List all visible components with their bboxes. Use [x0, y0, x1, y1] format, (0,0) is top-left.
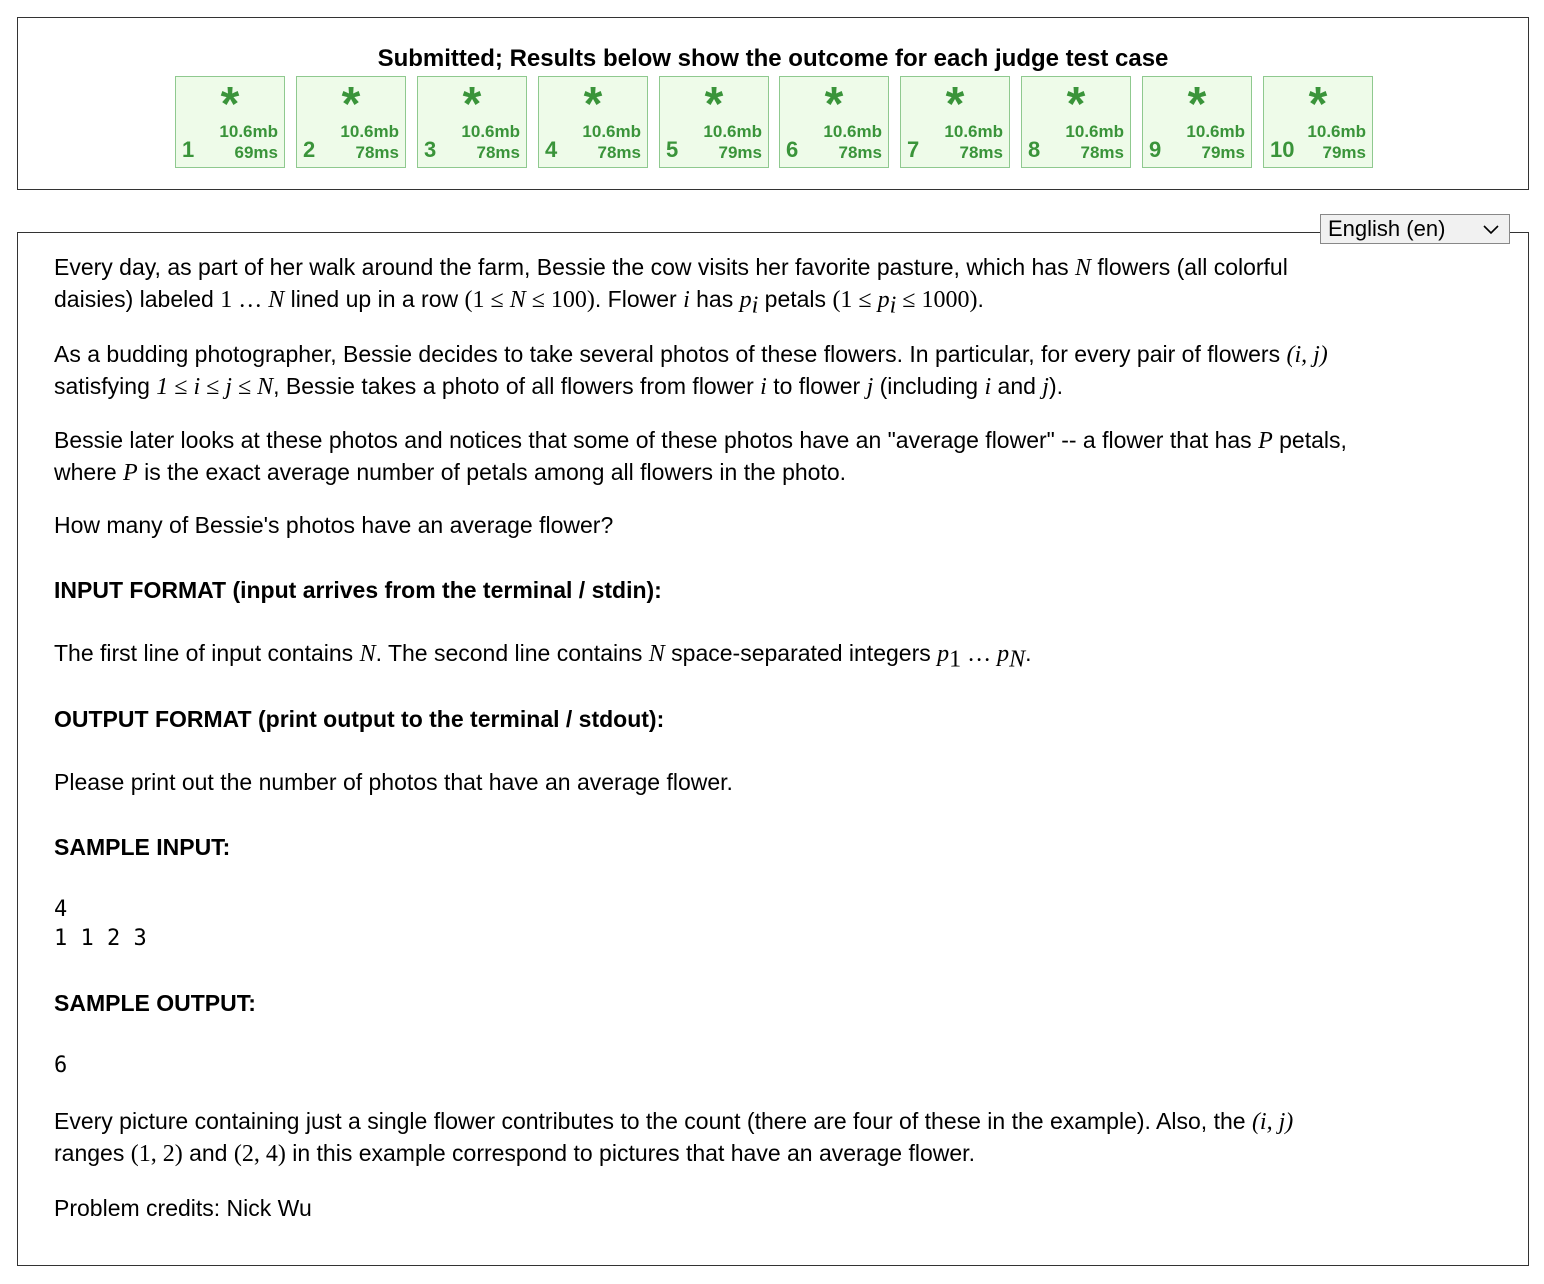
- test-case-number: 2: [303, 137, 316, 162]
- test-case-number: 5: [666, 137, 679, 162]
- test-case[interactable]: * 2 10.6mb 78ms: [296, 76, 406, 168]
- test-case[interactable]: * 8 10.6mb 78ms: [1021, 76, 1131, 168]
- test-case-number: 1: [182, 137, 195, 162]
- test-case-time: 78ms: [355, 143, 399, 162]
- test-case[interactable]: * 7 10.6mb 78ms: [900, 76, 1010, 168]
- test-case-time: 78ms: [959, 143, 1003, 162]
- test-case-memory: 10.6mb: [944, 122, 1003, 141]
- sample-input-block: 4 1 1 2 3: [54, 897, 147, 951]
- test-case-number: 9: [1149, 137, 1162, 162]
- test-case[interactable]: * 4 10.6mb 78ms: [538, 76, 648, 168]
- test-case-memory: 10.6mb: [219, 122, 278, 141]
- test-case-number: 3: [424, 137, 437, 162]
- test-case-time: 79ms: [1201, 143, 1245, 162]
- sample-output-block: 6: [54, 1053, 68, 1078]
- test-case[interactable]: * 1 10.6mb 69ms: [175, 76, 285, 168]
- test-case-number: 6: [786, 137, 799, 162]
- test-case-time: 79ms: [1322, 143, 1366, 162]
- output-format-text: Please print out the number of photos th…: [54, 769, 733, 795]
- test-case-number: 7: [907, 137, 920, 162]
- paragraph-photos: As a budding photographer, Bessie decide…: [54, 341, 1328, 400]
- test-case-memory: 10.6mb: [1307, 122, 1366, 141]
- test-case-time: 78ms: [1080, 143, 1124, 162]
- results-panel: Submitted; Results below show the outcom…: [17, 17, 1529, 190]
- test-case-number: 10: [1270, 137, 1295, 162]
- language-select-value: English (en): [1328, 216, 1446, 241]
- test-case[interactable]: * 5 10.6mb 79ms: [659, 76, 769, 168]
- test-case[interactable]: * 3 10.6mb 78ms: [417, 76, 527, 168]
- test-case[interactable]: * 6 10.6mb 78ms: [779, 76, 889, 168]
- paragraph-question: How many of Bessie's photos have an aver…: [54, 512, 614, 538]
- problem-statement: Every day, as part of her walk around th…: [54, 252, 1504, 319]
- test-case[interactable]: * 9 10.6mb 79ms: [1142, 76, 1252, 168]
- test-case-memory: 10.6mb: [823, 122, 882, 141]
- input-format-text: The first line of input contains N. The …: [54, 640, 1032, 673]
- test-case-time: 79ms: [718, 143, 762, 162]
- test-case[interactable]: * 10 10.6mb 79ms: [1263, 76, 1373, 168]
- test-case-memory: 10.6mb: [582, 122, 641, 141]
- test-case-time: 69ms: [234, 143, 278, 162]
- test-case-memory: 10.6mb: [703, 122, 762, 141]
- results-title: Submitted; Results below show the outcom…: [377, 45, 1169, 72]
- paragraph-average: Bessie later looks at these photos and n…: [54, 427, 1347, 486]
- sample-output-heading: SAMPLE OUTPUT:: [54, 990, 256, 1016]
- output-format-heading: OUTPUT FORMAT (print output to the termi…: [54, 706, 665, 732]
- language-select[interactable]: English (en): [1320, 214, 1510, 244]
- paragraph-intro: Every day, as part of her walk around th…: [54, 254, 1288, 319]
- test-case-memory: 10.6mb: [340, 122, 399, 141]
- test-case-number: 4: [545, 137, 558, 162]
- sample-input-heading: SAMPLE INPUT:: [54, 834, 231, 860]
- test-case-time: 78ms: [597, 143, 641, 162]
- problem-credits: Problem credits: Nick Wu: [54, 1195, 312, 1221]
- test-case-memory: 10.6mb: [1186, 122, 1245, 141]
- chevron-down-icon: [1483, 225, 1499, 235]
- test-case-memory: 10.6mb: [461, 122, 520, 141]
- test-case-memory: 10.6mb: [1065, 122, 1124, 141]
- paragraph-explanation: Every picture containing just a single f…: [54, 1108, 1294, 1167]
- test-case-number: 8: [1028, 137, 1041, 162]
- test-case-time: 78ms: [476, 143, 520, 162]
- input-format-heading: INPUT FORMAT (input arrives from the ter…: [54, 577, 662, 603]
- test-case-time: 78ms: [838, 143, 882, 162]
